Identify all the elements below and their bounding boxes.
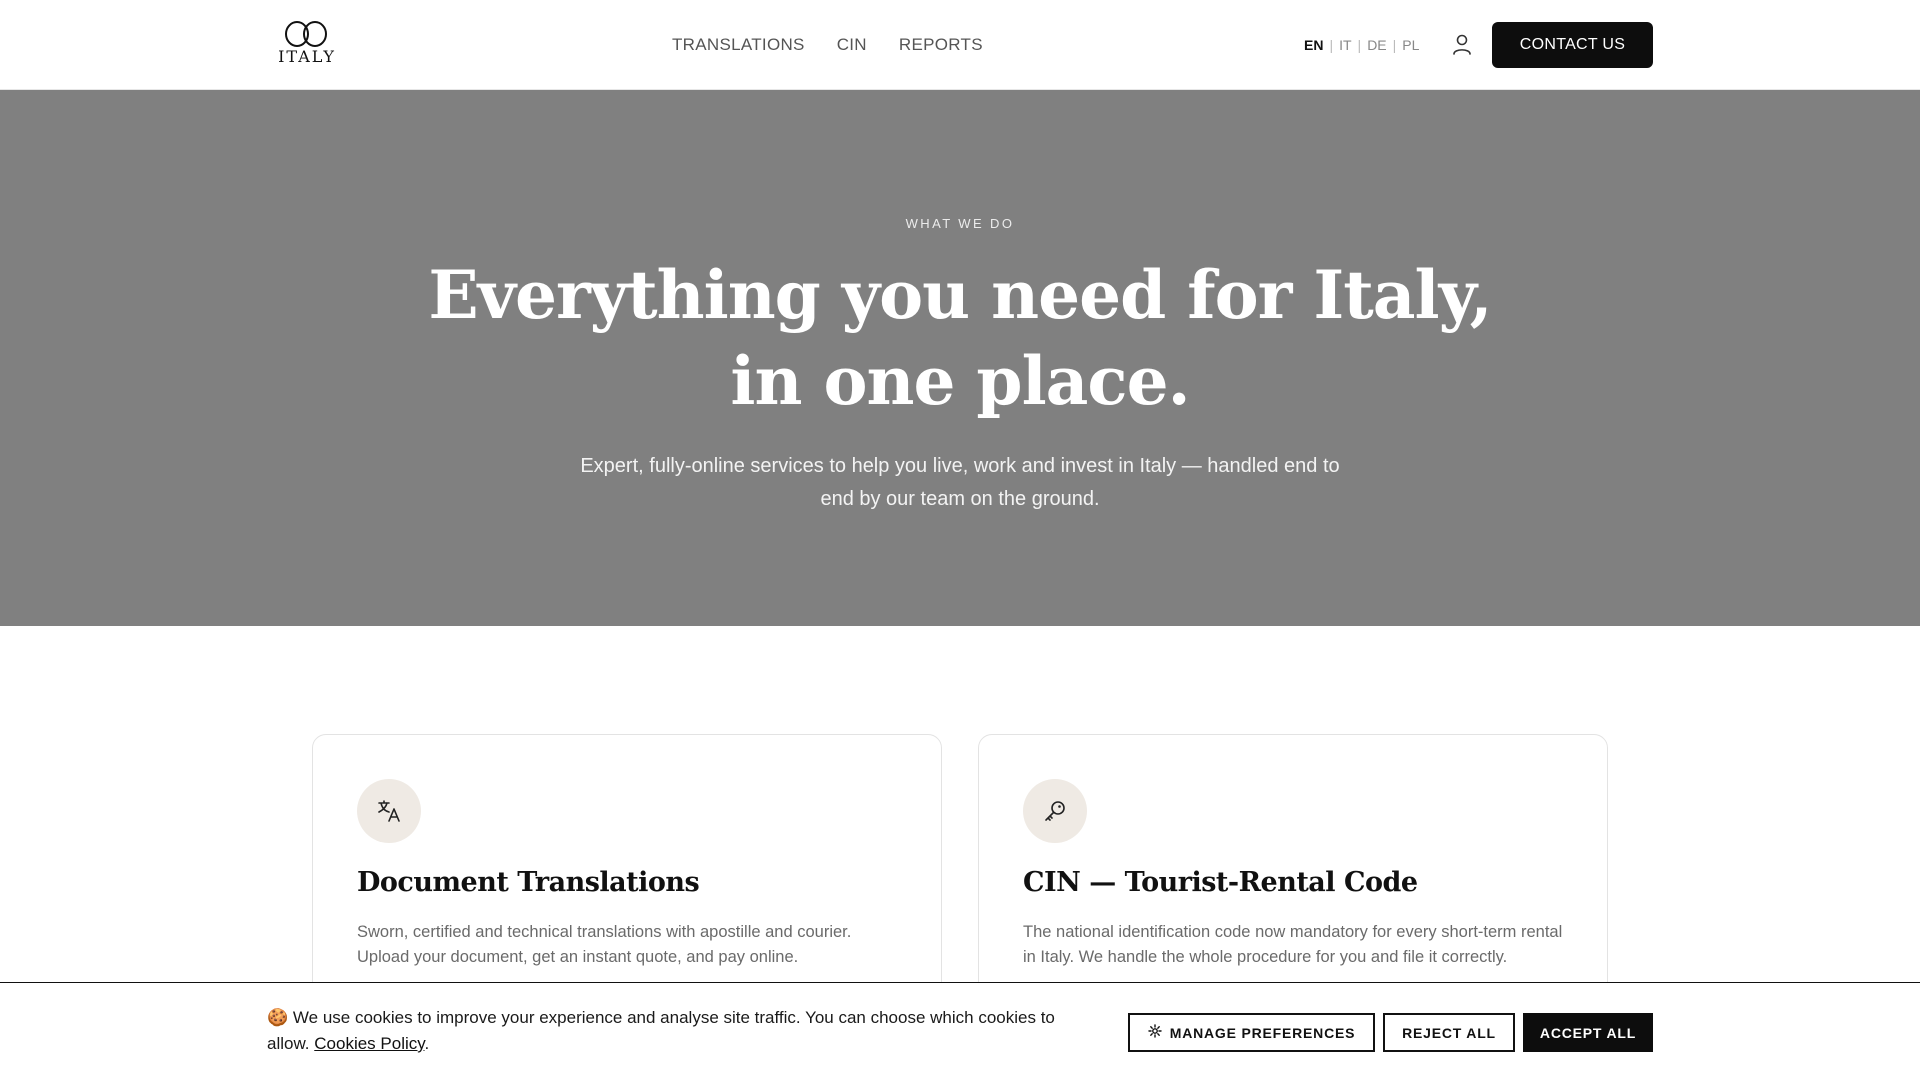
card-text: The national identification code now man… (1023, 923, 1563, 966)
contact-us-button[interactable]: CONTACT US (1492, 22, 1653, 68)
card-title: Document Translations (357, 867, 700, 898)
gear-icon (1148, 1024, 1162, 1041)
lang-de[interactable]: DE (1367, 37, 1386, 53)
cookies-policy-link[interactable]: Cookies Policy (314, 1034, 424, 1053)
nav-translations[interactable]: TRANSLATIONS (672, 35, 805, 55)
logo-text: ITALY (278, 47, 336, 66)
reject-all-button[interactable]: REJECT ALL (1383, 1013, 1515, 1052)
cookie-message: 🍪 We use cookies to improve your experie… (267, 1008, 1055, 1053)
accept-all-button[interactable]: ACCEPT ALL (1523, 1013, 1653, 1052)
lang-separator: | (1329, 37, 1334, 53)
hero-title: Everything you need for Italy, in one pl… (428, 256, 1492, 420)
main-nav: TRANSLATIONS CIN REPORTS (672, 0, 983, 90)
language-switcher: EN | IT | DE | PL (1304, 0, 1419, 90)
nav-cin[interactable]: CIN (837, 35, 867, 55)
user-account-icon[interactable] (1451, 33, 1473, 57)
hero-eyebrow: WHAT WE DO (905, 216, 1015, 231)
logo-rings-icon (272, 20, 342, 48)
lang-separator: | (1392, 37, 1397, 53)
lang-separator: | (1357, 37, 1362, 53)
lang-it[interactable]: IT (1339, 37, 1351, 53)
card-text: Sworn, certified and technical translati… (357, 923, 852, 966)
translate-icon (357, 779, 421, 843)
site-logo[interactable]: ITALY (272, 20, 342, 70)
lang-pl[interactable]: PL (1402, 37, 1419, 53)
key-icon (1023, 779, 1087, 843)
site-header: ITALY TRANSLATIONS CIN REPORTS EN | IT |… (0, 0, 1920, 90)
hero-subtitle: Expert, fully-online services to help yo… (580, 455, 1340, 510)
hero-section: WHAT WE DO Everything you need for Italy… (0, 90, 1920, 626)
cookie-emoji-icon: 🍪 (267, 1008, 289, 1027)
cookie-banner: 🍪 We use cookies to improve your experie… (0, 982, 1920, 1080)
lang-en[interactable]: EN (1304, 37, 1323, 53)
card-title: CIN — Tourist-Rental Code (1023, 867, 1418, 898)
nav-reports[interactable]: REPORTS (899, 35, 983, 55)
manage-preferences-button[interactable]: MANAGE PREFERENCES (1128, 1013, 1375, 1052)
manage-preferences-label: MANAGE PREFERENCES (1169, 1024, 1356, 1041)
